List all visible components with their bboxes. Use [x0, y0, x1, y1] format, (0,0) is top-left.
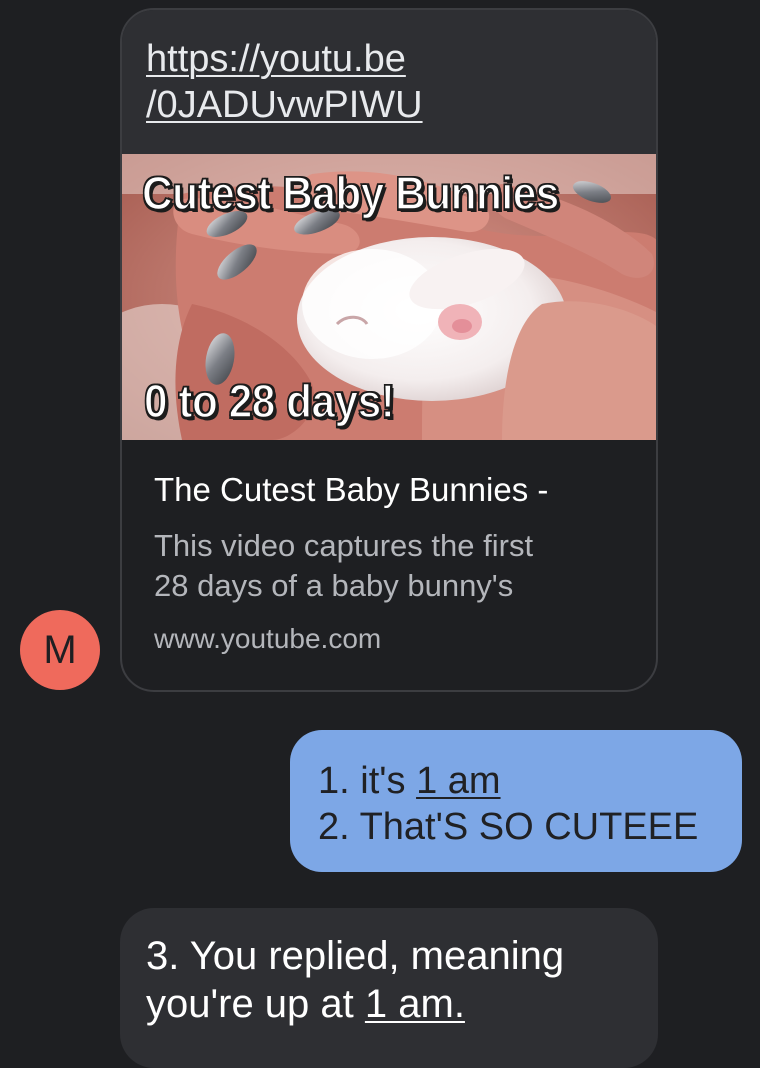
link-preview-meta: The Cutest Baby Bunnies - This video cap…	[154, 470, 634, 656]
avatar-initial: M	[43, 628, 77, 672]
incoming-line-2: you're up at 1 am.	[146, 980, 632, 1028]
link-preview-bubble[interactable]: https://youtu.be /0JADUvwPIWU Cutest Bab…	[120, 8, 658, 692]
preview-domain: www.youtube.com	[154, 623, 382, 654]
avatar[interactable]: M	[20, 610, 100, 690]
incoming-line-2-prefix: you're up at	[146, 982, 365, 1026]
time-link-1am-reply[interactable]: 1 am.	[365, 982, 465, 1026]
outgoing-message-bubble[interactable]: 1. it's 1 am 2. That'S SO CUTEEE	[290, 730, 742, 872]
preview-title: The Cutest Baby Bunnies -	[154, 471, 549, 508]
outgoing-line-1-prefix: 1. it's	[318, 760, 417, 802]
youtube-link[interactable]: https://youtu.be /0JADUvwPIWU	[146, 36, 423, 128]
link-url-header: https://youtu.be /0JADUvwPIWU	[122, 10, 656, 154]
preview-description: This video captures the first 28 days of…	[154, 526, 634, 606]
preview-description-line-2: 28 days of a baby bunny's	[154, 568, 514, 603]
link-url-line-1[interactable]: https://youtu.be	[146, 36, 423, 82]
outgoing-line-2: 2. That'S SO CUTEEE	[318, 806, 699, 848]
incoming-line-1: 3. You replied, meaning	[146, 934, 565, 978]
preview-description-line-1: This video captures the first	[154, 528, 534, 563]
outgoing-line-1: 1. it's 1 am	[318, 758, 716, 804]
time-link-1am[interactable]: 1 am	[416, 760, 500, 802]
thumbnail-title-text: Cutest Baby Bunnies	[141, 166, 560, 220]
thumbnail-subtitle-text: 0 to 28 days!	[143, 374, 395, 428]
link-url-line-2[interactable]: /0JADUvwPIWU	[146, 82, 423, 128]
incoming-message-bubble[interactable]: 3. You replied, meaning you're up at 1 a…	[120, 908, 658, 1068]
video-thumbnail[interactable]: Cutest Baby Bunnies 0 to 28 days!	[122, 154, 656, 440]
